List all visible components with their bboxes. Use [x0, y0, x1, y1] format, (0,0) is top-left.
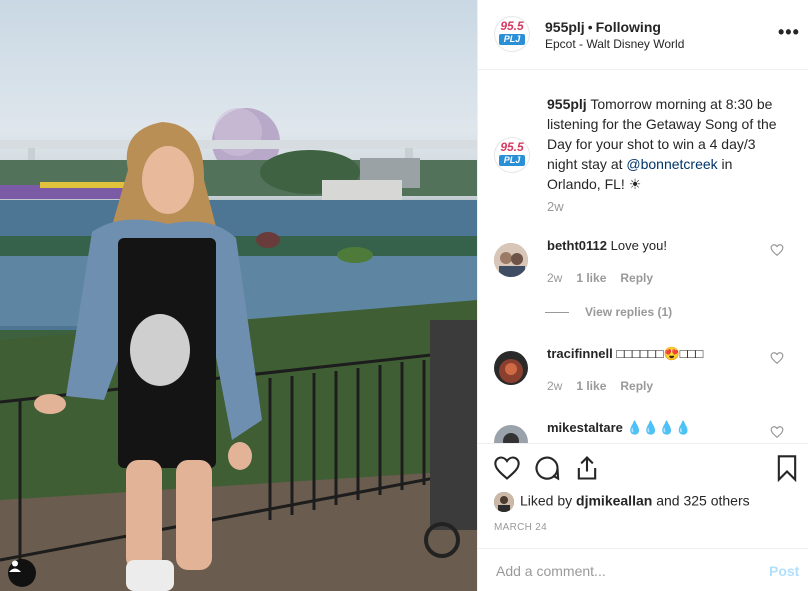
post-date[interactable]: MARCH 24 — [494, 522, 547, 533]
stroller — [430, 320, 477, 530]
share-icon[interactable] — [573, 454, 601, 482]
action-bar: Liked by djmikeallan and 325 others MARC… — [478, 443, 808, 548]
comment-input[interactable] — [494, 559, 748, 583]
post-sidebar: 95.5 PLJ 955plj • Following Epcot - Walt D… — [477, 0, 808, 591]
profile-handle-link[interactable]: 955plj — [545, 19, 585, 35]
comment-icon[interactable] — [533, 454, 561, 482]
comment-meta: 2w 1 like Reply — [547, 379, 667, 393]
following-button[interactable]: Following — [596, 19, 661, 35]
view-replies-button[interactable]: View replies (1) — [545, 305, 672, 319]
comment-text: betht0112 Love you! — [547, 238, 667, 253]
comment-heart-icon[interactable] — [770, 243, 784, 257]
comment-likes-link[interactable]: 1 like — [576, 271, 606, 285]
post-header: 95.5 PLJ 955plj • Following Epcot - Walt D… — [478, 0, 808, 70]
liker-handle-link[interactable]: djmikeallan — [576, 493, 652, 509]
commenter-avatar[interactable] — [494, 425, 528, 443]
commenter-handle-link[interactable]: tracifinnell — [547, 346, 613, 361]
caption-timestamp[interactable]: 2w — [547, 199, 564, 214]
reply-button[interactable]: Reply — [620, 271, 653, 285]
comments-list[interactable]: 95.5 PLJ 955plj Tomorrow morning at 8:30… — [478, 71, 808, 443]
comment-item: betht0112 Love you! 2w 1 like Reply — [478, 231, 808, 291]
reply-button[interactable]: Reply — [620, 379, 653, 393]
photo-scene — [0, 108, 477, 591]
mention-link[interactable]: @bonnetcreek — [626, 156, 717, 172]
header-handle-line: 955plj • Following — [545, 19, 661, 35]
logo-text-top: 95.5 — [500, 19, 524, 33]
comment-time[interactable]: 2w — [547, 379, 562, 393]
comment-text: mikestaltare 💧💧💧💧 — [547, 420, 691, 436]
comment-text: tracifinnell □□□□□□😍□□□ — [547, 346, 703, 362]
add-comment-form: Post — [478, 548, 808, 591]
comment-item: tracifinnell □□□□□□😍□□□ 2w 1 like Reply — [478, 339, 808, 399]
view-replies-label: View replies (1) — [585, 305, 673, 319]
user-tag-icon[interactable] — [8, 559, 36, 587]
comment-heart-icon[interactable] — [770, 351, 784, 365]
comment-body: Love you! — [610, 238, 667, 253]
comment-time[interactable]: 2w — [547, 271, 562, 285]
heart-icon[interactable] — [493, 454, 521, 482]
post-photo[interactable] — [0, 0, 477, 591]
logo-text-bottom: PLJ — [499, 34, 525, 45]
commenter-avatar[interactable] — [494, 243, 528, 277]
likes-prefix: Liked by — [520, 492, 577, 509]
commenter-handle-link[interactable]: betht0112 — [547, 238, 607, 253]
logo-text-top: 95.5 — [500, 140, 524, 154]
post-comment-button[interactable]: Post — [769, 563, 799, 579]
monorail-track — [0, 140, 477, 149]
comment-item: mikestaltare 💧💧💧💧 — [478, 413, 808, 443]
separator-dot: • — [587, 19, 593, 35]
location-link[interactable]: Epcot - Walt Disney World — [545, 37, 684, 51]
likes-suffix[interactable]: and 325 others — [652, 493, 749, 509]
instagram-post-view: 95.5 PLJ 955plj • Following Epcot - Walt D… — [0, 0, 808, 591]
comment-likes-link[interactable]: 1 like — [576, 379, 606, 393]
caption-handle-link[interactable]: 955plj — [547, 96, 587, 112]
bookmark-icon[interactable] — [773, 454, 801, 482]
commenter-avatar[interactable] — [494, 351, 528, 385]
comment-heart-icon[interactable] — [770, 425, 784, 439]
commenter-handle-link[interactable]: mikestaltare — [547, 420, 623, 435]
caption-text: 955plj Tomorrow morning at 8:30 be liste… — [547, 94, 787, 194]
comment-meta: 2w 1 like Reply — [547, 271, 667, 285]
liker-avatar[interactable] — [494, 492, 514, 512]
caption-avatar[interactable]: 95.5 PLJ — [494, 137, 530, 173]
comment-body: □□□□□□😍□□□ — [616, 346, 704, 361]
replies-divider — [545, 312, 569, 314]
profile-avatar[interactable]: 95.5 PLJ — [494, 16, 530, 52]
comment-body: 💧💧💧💧 — [626, 420, 692, 435]
more-options-icon[interactable]: ••• — [778, 22, 800, 43]
logo-text-bottom: PLJ — [499, 155, 525, 166]
likes-summary: Liked by djmikeallan and 325 others — [494, 492, 750, 512]
